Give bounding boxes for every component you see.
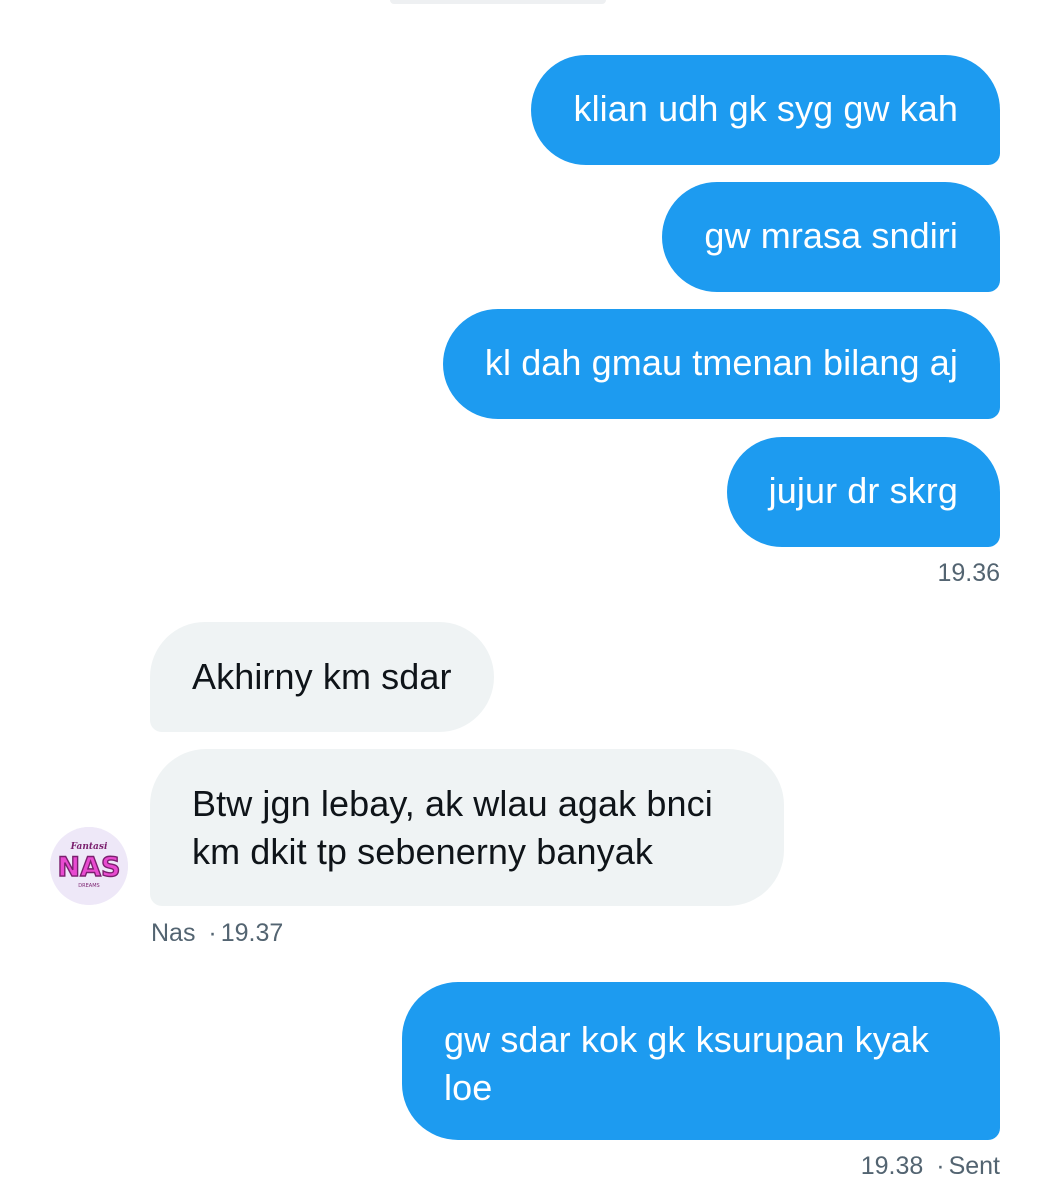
message-bubble-incoming[interactable]: Btw jgn lebay, ak wlau agak bnci km dkit… (150, 749, 784, 906)
sent-status-label: Sent (948, 1152, 1000, 1180)
sender-name[interactable]: Nas (151, 919, 195, 947)
timestamp-text: 19.38 (860, 1152, 924, 1180)
sender-avatar[interactable]: Fantasi NAS DREAMS (50, 827, 128, 905)
svg-text:Fantasi: Fantasi (70, 842, 108, 852)
message-sender-meta: Nas · 19.37 (151, 918, 283, 948)
svg-text:NAS: NAS (58, 852, 121, 883)
timestamp-text: 19.37 (220, 919, 284, 947)
message-timestamp: 19.36 (937, 558, 1000, 588)
message-status: 19.38 · Sent (861, 1151, 1000, 1181)
message-bubble-outgoing[interactable]: gw sdar kok gk ksurupan kyak loe (402, 982, 1000, 1140)
svg-text:DREAMS: DREAMS (78, 883, 99, 889)
meta-separator: · (208, 919, 217, 947)
timestamp-text: 19.36 (937, 559, 1000, 587)
message-bubble-outgoing[interactable]: klian udh gk syg gw kah (531, 55, 1000, 165)
scroll-edge-remnant (390, 0, 606, 4)
meta-separator: · (936, 1152, 945, 1180)
message-bubble-outgoing[interactable]: jujur dr skrg (726, 437, 1000, 547)
message-bubble-incoming[interactable]: Akhirny km sdar (150, 622, 494, 732)
message-bubble-outgoing[interactable]: kl dah gmau tmenan bilang aj (442, 309, 1000, 419)
message-bubble-outgoing[interactable]: gw mrasa sndiri (662, 182, 1000, 292)
nas-logo-icon: Fantasi NAS DREAMS (50, 827, 128, 905)
